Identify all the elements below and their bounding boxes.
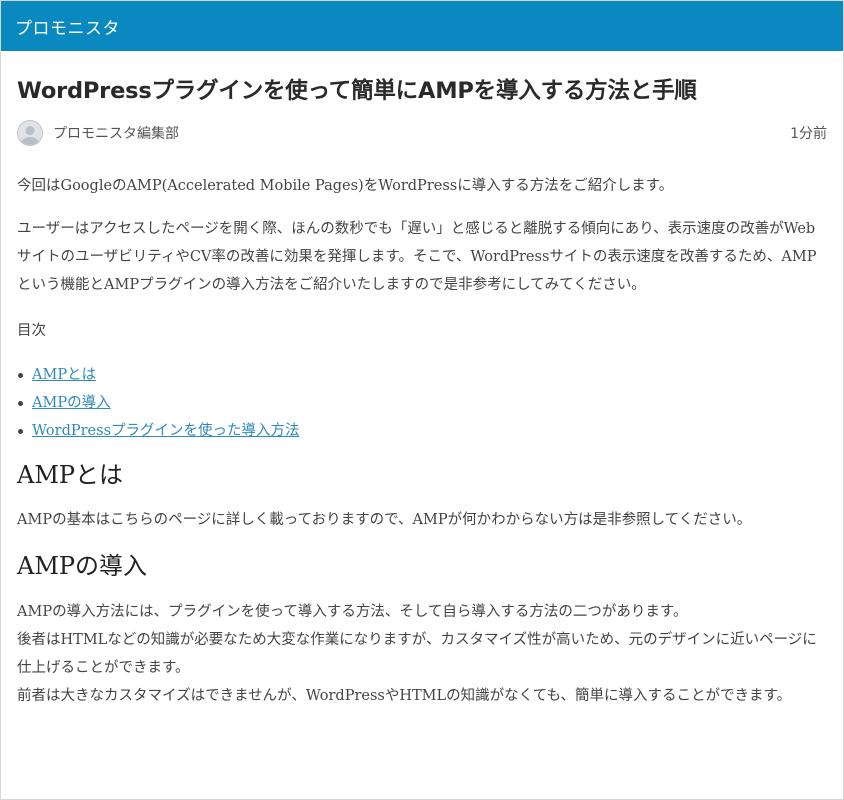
site-title[interactable]: プロモニスタ [15,14,120,39]
toc-link-amp-intro[interactable]: AMPの導入 [32,395,111,411]
toc-label: 目次 [17,323,46,339]
article: WordPressプラグインを使って簡単にAMPを導入する方法と手順 プロモニス… [1,75,843,710]
amp-about-paragraph: AMPの基本はこちらのページに詳しく載っておりますので、AMPが何かわからない方… [17,512,752,528]
toc-item: AMPの導入 [18,389,827,417]
page-frame: プロモニスタ WordPressプラグインを使って簡単にAMPを導入する方法と手… [0,0,844,800]
author-name: プロモニスタ編集部 [53,126,179,142]
site-header: プロモニスタ [1,1,843,51]
toc-link-wordpress-plugin[interactable]: WordPressプラグインを使った導入方法 [32,423,300,439]
section-heading-amp-about: AMPとは [17,461,124,489]
author: プロモニスタ編集部 [17,120,179,146]
post-time: 1分前 [790,126,827,142]
toc-link-amp-about[interactable]: AMPとは [32,367,96,383]
table-of-contents: AMPとは AMPの導入 WordPressプラグインを使った導入方法 [17,361,827,445]
intro-paragraph: 今回はGoogleのAMP(Accelerated Mobile Pages)を… [17,178,674,194]
amp-intro-paragraph: AMPの導入方法には、プラグインを使って導入する方法、そして自ら導入する方法の二… [17,604,817,704]
section-heading-amp-intro: AMPの導入 [17,552,148,580]
article-title: WordPressプラグインを使って簡単にAMPを導入する方法と手順 [17,78,697,104]
toc-item: AMPとは [18,361,827,389]
speed-paragraph: ユーザーはアクセスしたページを開く際、ほんの数秒でも「遅い」と感じると離脱する傾… [17,221,817,293]
user-avatar-icon [17,120,43,146]
article-meta: プロモニスタ編集部 1分前 [17,119,827,147]
toc-item: WordPressプラグインを使った導入方法 [18,417,827,445]
